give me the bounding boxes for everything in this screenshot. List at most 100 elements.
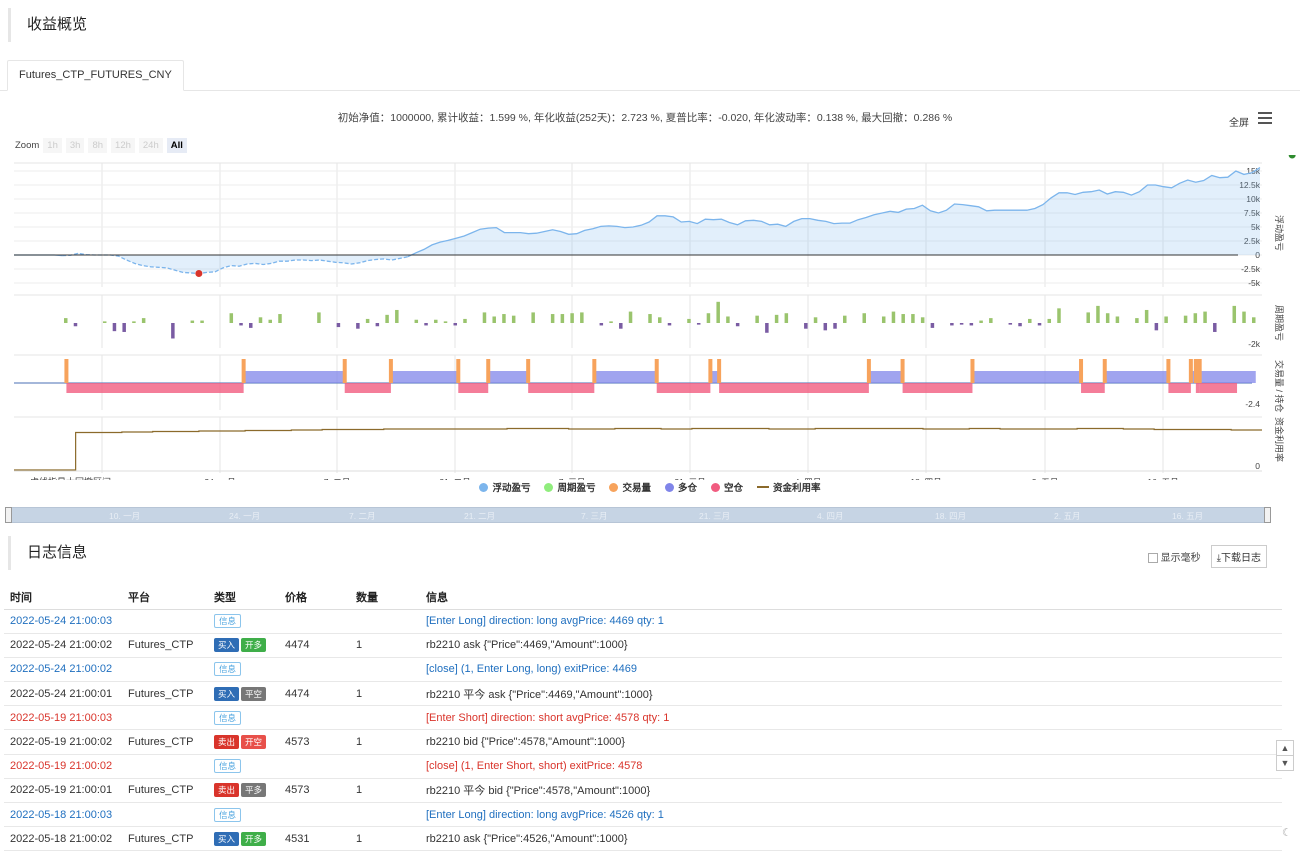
log-qty xyxy=(350,754,420,779)
legend-swatch xyxy=(665,482,674,492)
theme-moon-icon[interactable]: ☾ xyxy=(1282,826,1292,839)
log-message: [close] (1, Enter Short, short) exitPric… xyxy=(420,754,1282,779)
period-pnl-bar xyxy=(580,312,584,323)
period-pnl-bar xyxy=(1252,317,1256,323)
volume-bar xyxy=(708,359,713,383)
log-price xyxy=(279,609,350,634)
hamburger-menu-icon[interactable] xyxy=(1258,112,1272,124)
zoom-24h-button[interactable]: 24h xyxy=(138,137,163,153)
log-type: 卖出 开空 xyxy=(208,729,279,755)
legend-short[interactable]: 空仓 xyxy=(711,480,743,494)
log-type: 卖出 平多 xyxy=(208,778,279,804)
col-message[interactable]: 信息 xyxy=(420,585,1282,610)
volume-bar xyxy=(241,359,246,383)
period-pnl-bar xyxy=(463,318,467,323)
period-pnl-bar xyxy=(502,314,506,323)
log-message: [Enter Long] direction: long avgPrice: 4… xyxy=(420,802,1282,828)
log-type-badge: 买入 xyxy=(214,831,240,846)
scroll-down-button[interactable]: ▼ xyxy=(1276,755,1294,771)
multi-panel-chart[interactable]: 15k12.5k10k7.5k5k2.5k0-2.5k-5k浮动盈亏-2k周期盈… xyxy=(0,155,1300,480)
period-pnl-bar xyxy=(1018,323,1022,327)
log-table: 时间 平台 类型 价格 数量 信息 2022-05-24 21:00:03 信息[… xyxy=(4,585,1282,851)
period-pnl-bar xyxy=(687,318,691,323)
log-row: 2022-05-19 21:00:01 Futures_CTP 卖出 平多 4573 1 r… xyxy=(4,778,1282,804)
panel-title-period-pnl: 周期盈亏 xyxy=(1274,305,1284,341)
show-ms-toggle[interactable]: 显示毫秒 xyxy=(1147,549,1201,564)
period-pnl-bar xyxy=(969,323,974,326)
navigator-date-label: 21. 二月 xyxy=(464,511,496,521)
legend-label: 浮动盈亏 xyxy=(492,483,531,494)
period-pnl-bar xyxy=(385,314,389,323)
checkbox-icon[interactable] xyxy=(1147,553,1158,564)
period-pnl-bar xyxy=(1203,311,1207,323)
zoom-1h-button[interactable]: 1h xyxy=(43,137,62,153)
navigator-date-label: 4. 四月 xyxy=(817,511,844,521)
col-price[interactable]: 价格 xyxy=(279,585,350,610)
navigator-date-label: 7. 二月 xyxy=(349,511,376,521)
zoom-all-button[interactable]: All xyxy=(166,137,187,153)
volume-bar xyxy=(1197,359,1202,383)
period-pnl-bar xyxy=(336,323,341,328)
period-pnl-bar xyxy=(813,317,818,323)
period-pnl-bar xyxy=(550,314,555,323)
legend-label: 空仓 xyxy=(724,483,744,494)
col-qty[interactable]: 数量 xyxy=(350,585,420,610)
zoom-3h-button[interactable]: 3h xyxy=(65,137,85,153)
legend-utilization[interactable]: 资金利用率 xyxy=(757,480,821,494)
zoom-bar: Zoom 1h 3h 8h 12h 24h All xyxy=(15,137,187,153)
log-platform: Futures_CTP xyxy=(122,729,208,755)
navigator-left-handle[interactable] xyxy=(5,507,12,523)
y-tick-label: -2.5k xyxy=(1241,264,1261,274)
legend-swatch xyxy=(711,482,721,492)
period-pnl-bar xyxy=(1115,316,1120,323)
log-price: 4573 xyxy=(279,778,350,804)
chart-navigator[interactable]: 10. 一月 24. 一月 7. 二月 21. 二月 7. 三月 21. 三月 4. 四月 1… xyxy=(5,507,1271,523)
col-time[interactable]: 时间 xyxy=(4,585,122,610)
col-platform[interactable]: 平台 xyxy=(122,585,208,610)
long-position-bar xyxy=(488,371,529,383)
navigator-right-handle[interactable] xyxy=(1264,507,1271,523)
legend-long[interactable]: 多仓 xyxy=(665,480,697,494)
log-time: 2022-05-19 21:00:02 xyxy=(4,729,122,755)
download-log-label: 下载日志 xyxy=(1221,553,1261,564)
log-type: 买入 平空 xyxy=(208,681,279,707)
zoom-8h-button[interactable]: 8h xyxy=(88,137,108,153)
log-platform: Futures_CTP xyxy=(122,778,208,804)
fullscreen-button[interactable]: 全屏 xyxy=(1229,114,1249,129)
log-price: 4474 xyxy=(279,681,350,707)
legend-period-pnl[interactable]: 周期盈亏 xyxy=(544,480,595,494)
period-pnl-bar xyxy=(696,323,701,325)
volume-bar xyxy=(388,359,393,383)
short-position-bar xyxy=(1081,383,1105,393)
tab-futures-ctp[interactable]: Futures_CTP_FUTURES_CNY xyxy=(7,60,184,91)
panel-title-utilization: 资金利用率 xyxy=(1274,417,1285,462)
download-log-button[interactable]: ⤓下载日志 xyxy=(1210,545,1267,568)
log-type-badge: 信息 xyxy=(214,759,242,774)
period-pnl-bar xyxy=(920,317,925,323)
period-pnl-bar xyxy=(229,313,234,323)
legend-volume[interactable]: 交易量 xyxy=(609,480,651,494)
col-type[interactable]: 类型 xyxy=(208,585,279,610)
log-type: 信息 xyxy=(208,802,279,828)
short-position-bar xyxy=(458,383,489,393)
short-position-bar xyxy=(902,383,973,393)
log-price: 4573 xyxy=(279,729,350,755)
log-type-badge: 信息 xyxy=(214,614,242,629)
log-type: 买入 开多 xyxy=(208,826,279,851)
log-type-badge: 买入 xyxy=(214,686,240,701)
short-position-bar xyxy=(1195,383,1200,393)
volume-bar xyxy=(592,359,597,383)
period-pnl-bar xyxy=(735,323,740,327)
legend-float-pnl[interactable]: 浮动盈亏 xyxy=(479,480,530,494)
chevron-down-icon: ▼ xyxy=(1280,758,1290,768)
period-pnl-bar xyxy=(395,309,399,323)
period-pnl-bar xyxy=(950,323,954,326)
scroll-up-button[interactable]: ▲ xyxy=(1276,740,1294,756)
log-row: 2022-05-18 21:00:02 Futures_CTP 买入 开多 4531 1 r… xyxy=(4,826,1282,851)
zoom-12h-button[interactable]: 12h xyxy=(111,137,135,153)
y-tick-label: 0 xyxy=(1255,461,1260,471)
log-time: 2022-05-18 21:00:03 xyxy=(4,802,122,828)
period-pnl-bar xyxy=(755,315,759,323)
volume-bar xyxy=(717,359,722,383)
period-pnl-bar xyxy=(1213,323,1217,332)
